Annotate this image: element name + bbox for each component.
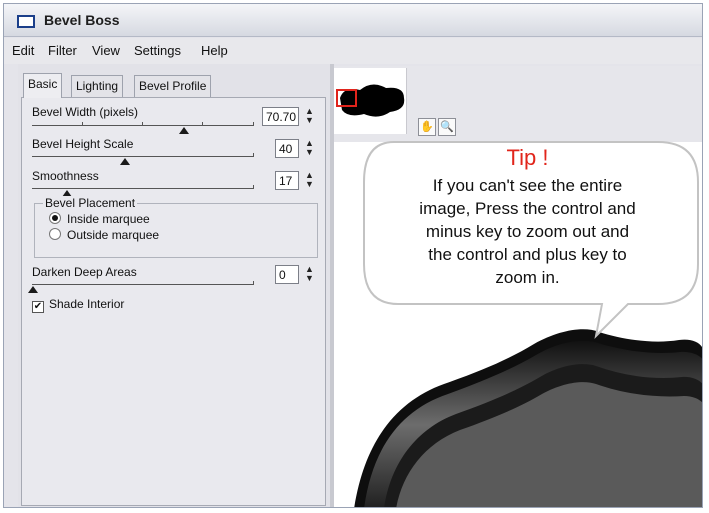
bevel-height-spinner[interactable]: ▲ ▼ [303, 139, 316, 158]
bevel-width-slider[interactable] [32, 122, 254, 134]
bevel-width-spinner[interactable]: ▲ ▼ [303, 107, 316, 126]
menu-bar: Edit Filter View Settings Help [4, 38, 702, 64]
bevel-height-field[interactable]: 40 [275, 139, 299, 158]
radio-outside-marquee[interactable]: Outside marquee [49, 228, 159, 242]
smoothness-field[interactable]: 17 [275, 171, 299, 190]
darken-slider[interactable] [28, 281, 254, 293]
menu-filter[interactable]: Filter [48, 43, 77, 58]
tip-line: image, Press the control and [419, 199, 636, 218]
bevel-height-slider-thumb[interactable] [120, 158, 130, 165]
tip-callout: Tip ! If you can't see the entire image,… [358, 136, 706, 339]
radio-inside-marquee[interactable]: Inside marquee [49, 212, 150, 226]
zoom-icon[interactable]: 🔍 [438, 118, 456, 136]
bevel-height-slider[interactable] [32, 153, 254, 165]
tip-title: Tip ! [506, 145, 549, 170]
smoothness-label: Smoothness [32, 169, 99, 183]
window-title: Bevel Boss [44, 12, 120, 28]
darken-slider-thumb[interactable] [28, 286, 38, 293]
smoothness-spinner[interactable]: ▲ ▼ [303, 171, 316, 190]
radio-selected-icon[interactable] [49, 212, 61, 224]
basic-tab-content: Bevel Width (pixels) 70.70 ▲ ▼ Bevel Heig… [21, 97, 326, 506]
view-marker[interactable] [336, 89, 357, 107]
title-bar: Bevel Boss [4, 4, 702, 37]
navigator-thumbnail[interactable] [334, 68, 407, 134]
tab-lighting[interactable]: Lighting [71, 75, 124, 97]
menu-help[interactable]: Help [201, 43, 228, 58]
tip-line: If you can't see the entire [432, 176, 623, 195]
checkbox-checked-icon[interactable]: ✔ [32, 301, 44, 313]
bevel-placement-group: Bevel Placement Inside marquee Outside m… [34, 196, 318, 258]
darken-field[interactable]: 0 [275, 265, 299, 284]
radio-unselected-icon[interactable] [49, 228, 61, 240]
darken-label: Darken Deep Areas [32, 265, 137, 279]
smoothness-slider[interactable] [32, 185, 254, 197]
shade-interior-option[interactable]: ✔ Shade Interior [32, 297, 124, 313]
radio-inside-label: Inside marquee [67, 212, 150, 226]
shade-interior-label: Shade Interior [49, 297, 125, 311]
hand-icon[interactable]: ✋ [418, 118, 436, 136]
settings-panel: Basic Lighting Bevel Profile Bevel Width… [18, 64, 330, 507]
menu-view[interactable]: View [92, 43, 120, 58]
navigator-strip: ✋ 🔍 [334, 66, 702, 142]
menu-edit[interactable]: Edit [12, 43, 34, 58]
app-window-icon [17, 15, 35, 28]
bevel-width-label: Bevel Width (pixels) [32, 105, 139, 119]
tip-line: minus key to zoom out and [425, 222, 630, 241]
tip-line: zoom in. [495, 268, 560, 287]
bevel-width-slider-thumb[interactable] [179, 127, 189, 134]
radio-outside-label: Outside marquee [67, 228, 160, 242]
tab-bevel-profile[interactable]: Bevel Profile [134, 75, 212, 97]
bevel-height-label: Bevel Height Scale [32, 137, 134, 151]
bevel-width-field[interactable]: 70.70 [262, 107, 299, 126]
tab-basic[interactable]: Basic [23, 73, 63, 98]
menu-settings[interactable]: Settings [134, 43, 181, 58]
darken-spinner[interactable]: ▲ ▼ [303, 265, 316, 284]
tip-line: the control and plus key to [428, 245, 627, 264]
bevel-placement-title: Bevel Placement [43, 196, 138, 210]
